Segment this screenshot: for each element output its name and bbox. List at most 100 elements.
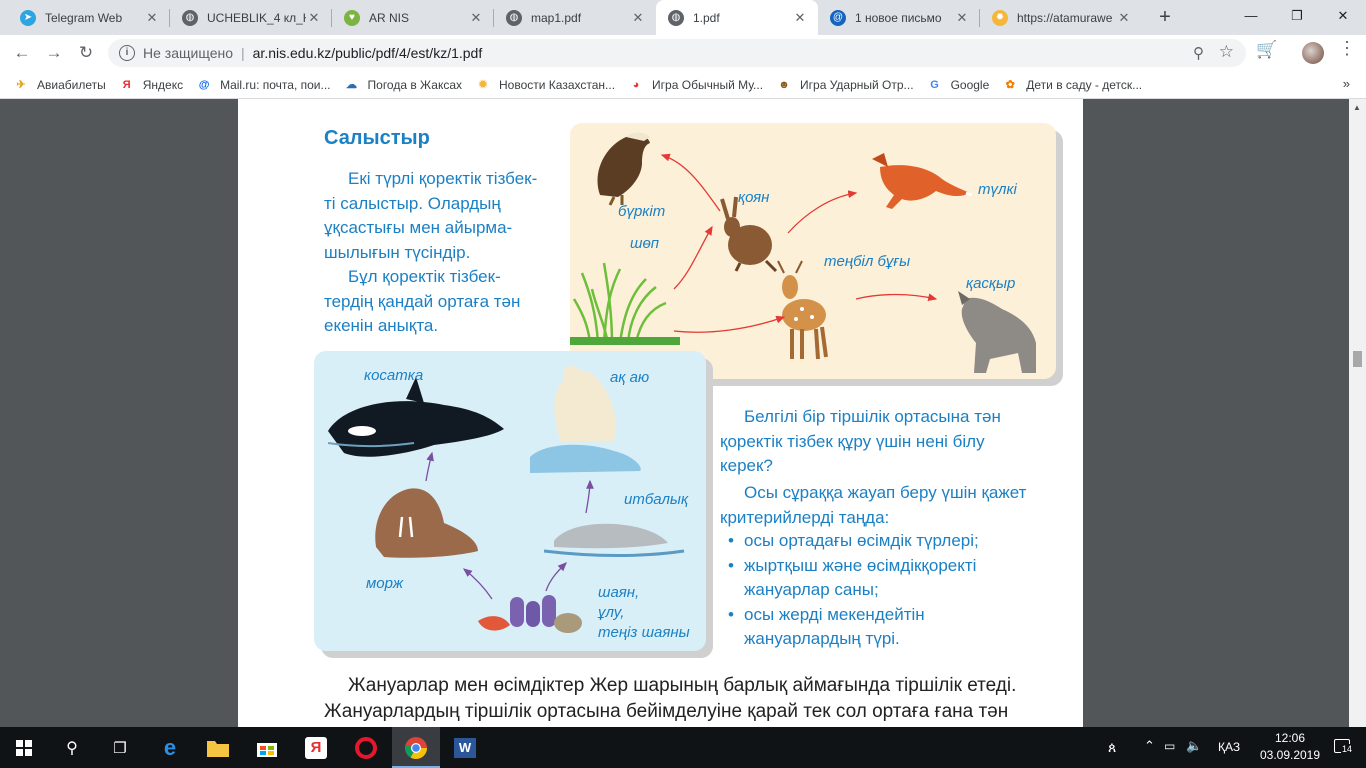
label-polar-bear: ақ аю [610, 369, 650, 386]
forward-button[interactable]: → [40, 39, 68, 67]
address-bar[interactable]: i Не защищено | ar.nis.edu.kz/public/pdf… [108, 39, 1246, 67]
edge-app[interactable]: e [146, 727, 194, 768]
tab-mail[interactable]: @ 1 новое письмо ✕ [818, 0, 980, 35]
close-icon[interactable]: ✕ [1116, 10, 1132, 26]
close-window-button[interactable]: ✕ [1320, 0, 1366, 32]
bookmark-label: Авиабилеты [37, 77, 106, 92]
bookmark-aviabilety[interactable]: ✈ Авиабилеты [13, 77, 106, 93]
label-orca: косатка [364, 367, 424, 384]
profile-avatar[interactable] [1302, 42, 1324, 64]
reload-button[interactable]: ↻ [72, 39, 100, 67]
chrome-app[interactable] [392, 727, 440, 768]
bookmark-label: Яндекс [142, 77, 184, 92]
tab-label: 1.pdf [693, 10, 720, 25]
battery-icon[interactable]: ▭ [1164, 739, 1175, 753]
weather-icon: ☁ [346, 79, 358, 91]
sea-food-chain-panel: косатка ақ аю морж итбалық шаян, ұлу, те… [314, 351, 706, 651]
notifications-button[interactable]: 14 [1328, 737, 1356, 757]
new-tab-button[interactable]: + [1152, 4, 1178, 30]
label-wolf: қасқыр [966, 275, 1016, 292]
bookmark-yandex[interactable]: Я Яндекс [119, 77, 183, 93]
people-icon[interactable]: ጰ [1108, 739, 1116, 756]
task-view-button[interactable]: ❐ [96, 727, 144, 768]
tab-telegram[interactable]: ➤ Telegram Web ✕ [8, 0, 170, 35]
url-text[interactable]: ar.nis.edu.kz/public/pdf/4/est/kz/1.pdf [253, 45, 483, 61]
back-button[interactable]: ← [8, 39, 36, 67]
close-icon[interactable]: ✕ [306, 10, 322, 26]
bookmark-label: Игра Ударный Отр... [800, 77, 914, 92]
start-button[interactable] [0, 727, 48, 768]
section-heading: Салыстыр [324, 127, 430, 149]
notification-count: 14 [1341, 744, 1354, 755]
shrimp-and-snail-image [478, 595, 582, 633]
plane-icon: ✈ [16, 79, 26, 91]
task-view-icon: ❐ [113, 739, 127, 757]
language-indicator[interactable]: ҚАЗ [1218, 740, 1240, 754]
yandex-app[interactable]: Я [292, 727, 340, 768]
tab-atamura[interactable]: ✹ https://atamurawe ✕ [980, 0, 1142, 35]
bookmark-weather[interactable]: ☁ Погода в Жаксах [344, 77, 462, 93]
pdf-viewer[interactable]: Салыстыр Екі түрлі қоректік тізбек- ті с… [0, 99, 1366, 727]
restore-button[interactable]: ❐ [1274, 0, 1320, 32]
bookmark-news[interactable]: ✹ Новости Казахстан... [475, 77, 615, 93]
opera-app[interactable] [342, 727, 390, 768]
security-label[interactable]: Не защищено [143, 45, 233, 61]
deer-image [777, 260, 828, 360]
chrome-icon [405, 736, 427, 759]
tab-ucheblik[interactable]: ◍ UCHEBLIK_4 кл_КАЗ ✕ [170, 0, 332, 35]
cart-icon[interactable]: 🛒 [1256, 40, 1277, 60]
tab-ar-nis[interactable]: ♥ AR NIS ✕ [332, 0, 494, 35]
label-walrus: морж [366, 575, 404, 592]
close-icon[interactable]: ✕ [468, 10, 484, 26]
globe-icon: ◍ [668, 9, 684, 26]
label-grass: шөп [630, 235, 660, 252]
close-icon[interactable]: ✕ [954, 10, 970, 26]
bookmark-mailru[interactable]: @ Mail.ru: почта, пои... [196, 77, 331, 93]
bookmark-google[interactable]: G Google [927, 77, 989, 93]
explorer-app[interactable] [194, 727, 242, 768]
land-food-chain-panel: бүркіт шөп қоян түлкі теңбіл бұғы қасқыр [570, 123, 1056, 379]
zoom-icon[interactable]: ⚲ [1193, 44, 1204, 62]
seal-image [543, 523, 685, 557]
bookmark-game-2[interactable]: ☻ Игра Ударный Отр... [776, 77, 914, 93]
store-app[interactable] [243, 727, 291, 768]
label-fox: түлкі [978, 181, 1017, 198]
word-app[interactable]: W [441, 727, 489, 768]
menu-icon[interactable]: ⋮ [1338, 38, 1356, 59]
close-icon[interactable]: ✕ [144, 10, 160, 26]
tray-expand-icon[interactable]: ⌃ [1144, 738, 1155, 754]
scroll-up-icon[interactable]: ▲ [1353, 103, 1361, 112]
clock-time[interactable]: 12:06 [1254, 731, 1326, 745]
tab-label: UCHEBLIK_4 кл_КАЗ [207, 10, 306, 25]
bookmarks-more-button[interactable]: » [1343, 76, 1350, 91]
kids-icon: ✿ [1005, 79, 1015, 91]
google-icon: G [930, 78, 939, 91]
bookmark-kids[interactable]: ✿ Дети в саду - детск... [1002, 77, 1142, 93]
label-seal: итбалық [624, 491, 689, 508]
info-icon[interactable]: i [119, 45, 135, 61]
bookmark-game-1[interactable]: ◕ Игра Обычный Му... [628, 77, 763, 93]
tab-map1-pdf[interactable]: ◍ map1.pdf ✕ [494, 0, 656, 35]
list-item: • осы жерді мекендейтін жануарлардың түрі… [728, 604, 925, 649]
label-eagle: бүркіт [618, 203, 666, 220]
clock-date[interactable]: 03.09.2019 [1254, 748, 1326, 762]
scrollbar[interactable]: ▲ [1349, 99, 1366, 727]
search-button[interactable]: ⚲ [48, 727, 96, 768]
close-icon[interactable]: ✕ [630, 10, 646, 26]
scroll-thumb[interactable] [1353, 351, 1362, 367]
intro-paragraph-1: Екі түрлі қоректік тізбек- ті салыстыр. … [324, 169, 538, 262]
bookmark-star-icon[interactable]: ☆ [1219, 42, 1234, 62]
sun-icon: ✹ [478, 79, 488, 91]
yandex-icon: Я [305, 736, 327, 759]
yandex-icon: Я [122, 78, 131, 91]
volume-icon[interactable]: 🔈 [1186, 738, 1202, 754]
globe-icon: ◍ [182, 9, 198, 26]
tab-1-pdf[interactable]: ◍ 1.pdf ✕ [656, 0, 818, 35]
minimize-button[interactable]: — [1228, 0, 1274, 32]
label-shrimp-snail: шаян, ұлу, теңіз шаяны [598, 584, 690, 641]
close-icon[interactable]: ✕ [792, 10, 808, 26]
opera-icon [355, 736, 377, 759]
label-hare: қоян [738, 189, 770, 206]
mail-icon: @ [830, 9, 846, 26]
tab-label: AR NIS [369, 10, 410, 25]
